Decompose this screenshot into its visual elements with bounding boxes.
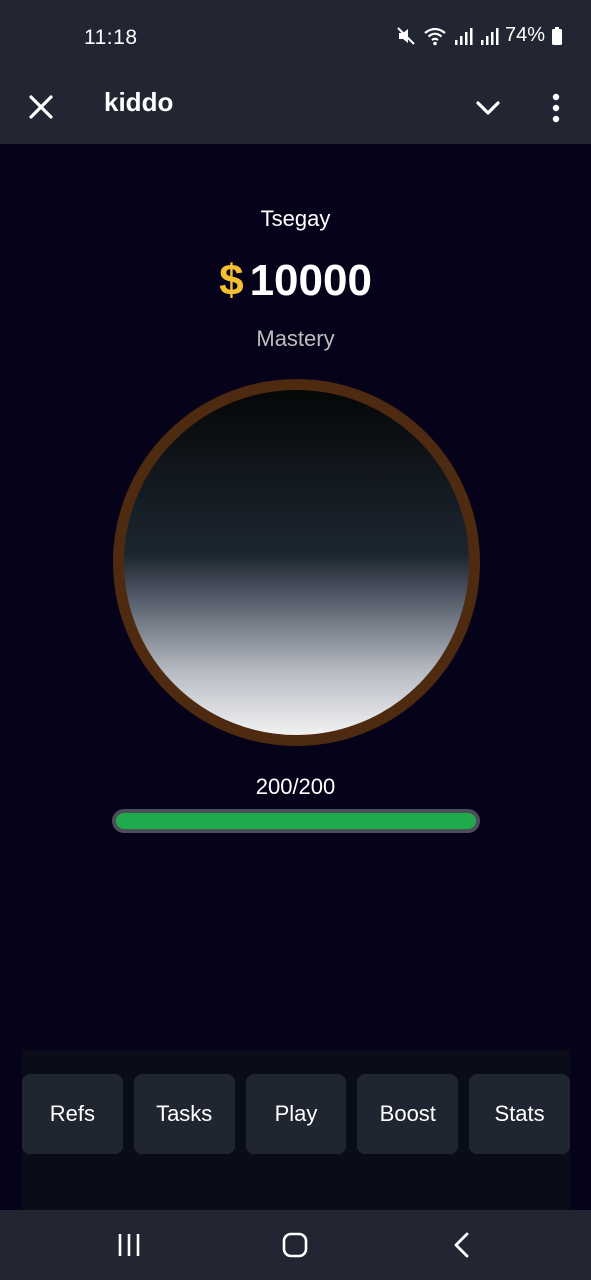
battery-percent: 74% (504, 24, 545, 46)
home-button[interactable] (280, 1230, 312, 1265)
balance-display: $ 10000 (0, 256, 591, 306)
app-header: kiddo (0, 72, 591, 144)
level-label: Mastery (256, 326, 335, 351)
wifi-icon (423, 25, 447, 47)
back-icon (454, 1232, 469, 1258)
energy-progress-bar (112, 809, 480, 833)
recent-apps-button[interactable] (114, 1230, 146, 1265)
mute-icon (395, 25, 417, 47)
energy-text: 200/200 (255, 774, 336, 799)
nav-boost-button[interactable]: Boost (357, 1074, 459, 1154)
home-icon (282, 1232, 308, 1258)
close-button[interactable] (24, 90, 58, 124)
nav-stats-button[interactable]: Stats (469, 1074, 570, 1154)
bottom-nav: Refs Tasks Play Boost Stats (22, 1074, 570, 1154)
signal-icon (453, 26, 473, 46)
balance-value: 10000 (249, 256, 372, 305)
chevron-down-icon (476, 101, 500, 115)
back-button[interactable] (448, 1230, 480, 1265)
recent-apps-icon (118, 1234, 140, 1256)
collapse-button[interactable] (470, 90, 506, 126)
status-icons: 74% (395, 24, 563, 47)
username: Tsegay (260, 206, 331, 231)
system-nav-bar (0, 1210, 591, 1280)
nav-play-button[interactable]: Play (245, 1074, 347, 1154)
battery-icon (551, 26, 563, 46)
status-bar: 11:18 74% (0, 0, 591, 72)
more-options-button[interactable] (542, 88, 570, 128)
nav-refs-button[interactable]: Refs (22, 1074, 123, 1154)
energy-progress-fill (116, 813, 476, 829)
nav-tasks-button[interactable]: Tasks (133, 1074, 235, 1154)
close-icon (29, 95, 53, 119)
tap-coin-button[interactable] (113, 379, 480, 746)
dollar-icon: $ (219, 256, 244, 305)
more-vertical-icon (552, 93, 560, 123)
app-title: kiddo (104, 87, 174, 117)
main-content: Tsegay $ 10000 Mastery 200/200 Refs Task… (0, 144, 591, 1210)
bottom-nav-panel: Refs Tasks Play Boost Stats (22, 1050, 570, 1210)
signal-icon (479, 26, 499, 46)
status-time: 11:18 (84, 26, 138, 49)
